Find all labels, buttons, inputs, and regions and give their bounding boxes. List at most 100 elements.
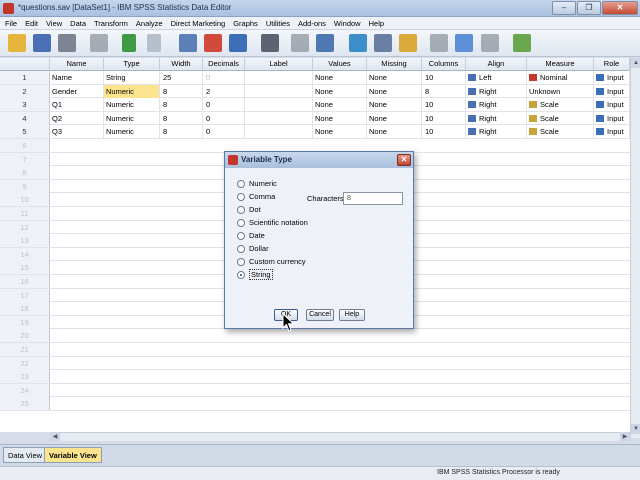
cell-missing[interactable]: None xyxy=(367,71,422,84)
row-number[interactable]: 24 xyxy=(0,383,50,397)
cell-type[interactable]: Numeric xyxy=(104,84,160,98)
cell-decimals[interactable]: 0 xyxy=(203,125,245,139)
row-number[interactable]: 23 xyxy=(0,370,50,384)
row-number[interactable]: 20 xyxy=(0,329,50,343)
minimize-button[interactable]: – xyxy=(552,1,576,15)
row-number[interactable]: 13 xyxy=(0,234,50,248)
header-values[interactable]: Values xyxy=(313,58,367,71)
row-number[interactable]: 7 xyxy=(0,152,50,166)
cell-role[interactable]: Input xyxy=(594,98,630,112)
menu-add-ons[interactable]: Add-ons xyxy=(296,19,332,28)
cell-decimals[interactable]: 0 xyxy=(203,71,245,84)
row-number[interactable]: 2 xyxy=(0,84,50,98)
header-decimals[interactable]: Decimals xyxy=(203,58,245,71)
menu-file[interactable]: File xyxy=(3,19,23,28)
cell-role[interactable]: Input xyxy=(594,84,630,98)
header-width[interactable]: Width xyxy=(160,58,203,71)
cell-role[interactable]: Input xyxy=(594,111,630,125)
cell-type[interactable]: String xyxy=(104,71,160,84)
menu-direct-marketing[interactable]: Direct Marketing xyxy=(169,19,232,28)
show-all-variables-icon[interactable] xyxy=(481,34,499,52)
row-number[interactable]: 12 xyxy=(0,220,50,234)
cell-width[interactable]: 8 xyxy=(160,98,203,112)
cell-type[interactable]: Numeric xyxy=(104,125,160,139)
menu-help[interactable]: Help xyxy=(367,19,390,28)
menu-utilities[interactable]: Utilities xyxy=(264,19,296,28)
cell-label[interactable] xyxy=(245,98,313,112)
goto-variable-icon[interactable] xyxy=(204,34,222,52)
row-number[interactable]: 25 xyxy=(0,397,50,411)
select-cases-icon[interactable] xyxy=(399,34,417,52)
cell-label[interactable] xyxy=(245,125,313,139)
goto-case-icon[interactable] xyxy=(179,34,197,52)
cell-columns[interactable]: 10 xyxy=(422,71,466,84)
row-number[interactable]: 8 xyxy=(0,166,50,180)
cell-columns[interactable]: 10 xyxy=(422,111,466,125)
cell-role[interactable]: Input xyxy=(594,71,630,84)
cell-values[interactable]: None xyxy=(313,125,367,139)
radio-circle-icon[interactable] xyxy=(237,192,245,201)
cell-values[interactable]: None xyxy=(313,111,367,125)
radio-circle-icon[interactable] xyxy=(237,231,245,240)
radio-scientific-notation[interactable]: Scientific notation xyxy=(237,217,308,228)
value-labels-icon[interactable] xyxy=(430,34,448,52)
row-number[interactable]: 5 xyxy=(0,125,50,139)
scroll-left-arrow-icon[interactable]: ◀ xyxy=(50,432,60,441)
radio-circle-icon[interactable] xyxy=(237,179,245,188)
cell-type[interactable]: Numeric xyxy=(104,98,160,112)
spell-check-icon[interactable] xyxy=(513,34,531,52)
radio-date[interactable]: Date xyxy=(237,230,265,241)
use-variable-sets-icon[interactable] xyxy=(455,34,473,52)
menu-analyze[interactable]: Analyze xyxy=(134,19,169,28)
menu-edit[interactable]: Edit xyxy=(23,19,44,28)
row-number[interactable]: 19 xyxy=(0,315,50,329)
cell-align[interactable]: Right xyxy=(466,98,527,112)
row-number[interactable]: 14 xyxy=(0,247,50,261)
header-label[interactable]: Label xyxy=(245,58,313,71)
cell-measure[interactable]: Scale xyxy=(527,98,594,112)
characters-input[interactable]: 8 xyxy=(343,192,403,205)
header-name[interactable]: Name xyxy=(50,58,104,71)
cell-width[interactable]: 8 xyxy=(160,125,203,139)
cell-missing[interactable]: None xyxy=(367,125,422,139)
cell-align[interactable]: Right xyxy=(466,111,527,125)
cell-missing[interactable]: None xyxy=(367,84,422,98)
header-missing[interactable]: Missing xyxy=(367,58,422,71)
cell-align[interactable]: Right xyxy=(466,84,527,98)
cell-name[interactable]: Q3 xyxy=(50,125,104,139)
cell-align[interactable]: Left xyxy=(466,71,527,84)
insert-variable-icon[interactable] xyxy=(316,34,334,52)
header-columns[interactable]: Columns xyxy=(422,58,466,71)
cell-role[interactable]: Input xyxy=(594,125,630,139)
row-number[interactable]: 9 xyxy=(0,179,50,193)
row-number[interactable]: 4 xyxy=(0,111,50,125)
dialog-close-icon[interactable]: ✕ xyxy=(397,154,411,166)
row-number[interactable]: 17 xyxy=(0,288,50,302)
radio-dollar[interactable]: Dollar xyxy=(237,243,269,254)
weight-cases-icon[interactable] xyxy=(374,34,392,52)
row-number[interactable]: 22 xyxy=(0,356,50,370)
help-button[interactable]: Help xyxy=(339,309,365,321)
cancel-button[interactable]: Cancel xyxy=(306,309,334,321)
variables-icon[interactable] xyxy=(229,34,247,52)
cell-name[interactable]: Name xyxy=(50,71,104,84)
cell-type[interactable]: Numeric xyxy=(104,111,160,125)
cell-measure[interactable]: Scale xyxy=(527,111,594,125)
redo-icon[interactable] xyxy=(147,34,161,52)
radio-dot[interactable]: Dot xyxy=(237,204,261,215)
cell-decimals[interactable]: 0 xyxy=(203,111,245,125)
row-number[interactable]: 16 xyxy=(0,275,50,288)
print-icon[interactable] xyxy=(58,34,76,52)
cell-columns[interactable]: 10 xyxy=(422,98,466,112)
cell-name[interactable]: Q1 xyxy=(50,98,104,112)
cell-width[interactable]: 25 xyxy=(160,71,203,84)
cell-label[interactable] xyxy=(245,84,313,98)
cell-values[interactable]: None xyxy=(313,84,367,98)
cell-width[interactable]: 8 xyxy=(160,84,203,98)
cell-name[interactable]: Gender xyxy=(50,84,104,98)
radio-selected-icon[interactable] xyxy=(237,270,245,279)
scroll-down-arrow-icon[interactable]: ▼ xyxy=(631,424,640,434)
row-number[interactable]: 21 xyxy=(0,343,50,356)
menu-view[interactable]: View xyxy=(44,19,68,28)
vertical-scrollbar[interactable]: ▲ ▼ xyxy=(630,58,640,438)
